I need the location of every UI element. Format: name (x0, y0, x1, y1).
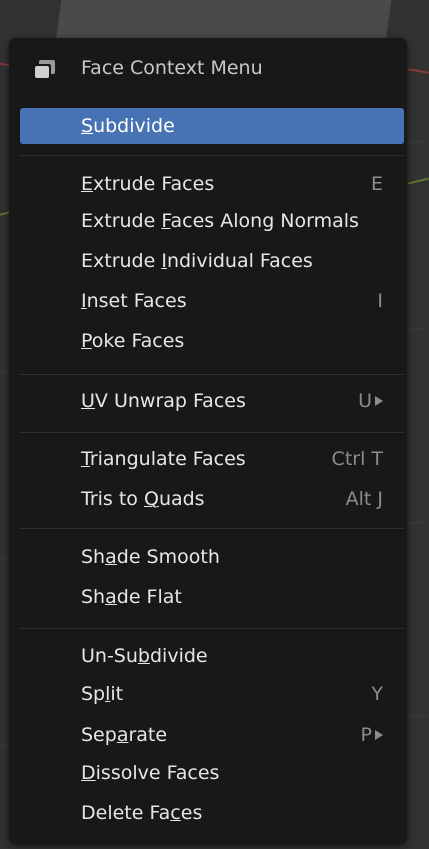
menu-item-poke-faces[interactable]: Poke Faces (9, 323, 407, 359)
menu-item-label: Extrude Faces Along Normals (81, 210, 359, 232)
y-axis-line (408, 177, 429, 185)
menu-item-delete-faces[interactable]: Delete Faces (9, 795, 407, 831)
menu-item-label: Shade Smooth (81, 546, 220, 568)
menu-item-shortcut: U (358, 383, 383, 419)
menu-item-label: Separate (81, 724, 168, 746)
x-axis-line (407, 68, 429, 74)
menu-item-shade-smooth[interactable]: Shade Smooth (9, 539, 407, 575)
submenu-arrow-icon (375, 395, 383, 406)
menu-item-shortcut: Ctrl T (331, 448, 383, 470)
menu-item-un-subdivide[interactable]: Un-Subdivide (9, 638, 407, 674)
menu-item-label: Tris to Quads (81, 488, 205, 510)
menu-item-extrude-faces[interactable]: Extrude Faces E (9, 166, 407, 202)
menu-item-label: Split (81, 683, 124, 705)
menu-item-subdivide[interactable]: Subdivide (20, 108, 404, 144)
menu-separator (20, 528, 404, 529)
menu-item-shortcut: Y (371, 683, 383, 705)
menu-item-label: Shade Flat (81, 586, 182, 608)
menu-item-inset-faces[interactable]: Inset Faces I (9, 283, 407, 319)
submenu-arrow-icon (375, 729, 383, 740)
menu-title: Face Context Menu (81, 57, 263, 79)
menu-item-label: Subdivide (81, 115, 175, 137)
menu-item-triangulate-faces[interactable]: Triangulate Faces Ctrl T (9, 441, 407, 477)
menu-separator (20, 628, 404, 629)
menu-item-extrude-faces-along-normals[interactable]: Extrude Faces Along Normals (9, 203, 407, 239)
menu-item-dissolve-faces[interactable]: Dissolve Faces (9, 755, 407, 791)
menu-separator (20, 432, 404, 433)
menu-item-shortcut: Alt J (345, 488, 383, 510)
menu-item-label: Poke Faces (81, 330, 185, 352)
menu-item-shortcut: E (370, 173, 383, 195)
menu-item-label: Un-Subdivide (81, 645, 208, 667)
menu-item-label: Extrude Individual Faces (81, 250, 313, 272)
menu-item-shortcut: I (377, 290, 383, 312)
menu-item-separate[interactable]: Separate P (9, 717, 407, 753)
menu-item-uv-unwrap-faces[interactable]: UV Unwrap Faces U (9, 383, 407, 419)
menu-item-label: Dissolve Faces (81, 762, 220, 784)
mesh-object-top (55, 0, 395, 40)
menu-separator (20, 155, 404, 156)
menu-item-split[interactable]: Split Y (9, 676, 407, 712)
menu-item-shade-flat[interactable]: Shade Flat (9, 579, 407, 615)
menu-item-label: Extrude Faces (81, 173, 215, 195)
menu-item-label: Triangulate Faces (81, 448, 246, 470)
menu-item-label: UV Unwrap Faces (81, 390, 246, 412)
menu-item-shortcut: P (361, 717, 383, 753)
menu-item-label: Delete Faces (81, 802, 203, 824)
cube-faces-icon (35, 60, 55, 78)
menu-header: Face Context Menu (9, 49, 407, 89)
menu-item-extrude-individual-faces[interactable]: Extrude Individual Faces (9, 243, 407, 279)
menu-separator (20, 374, 404, 375)
face-context-menu: Face Context Menu Subdivide Extrude Faces… (9, 38, 407, 844)
menu-item-label: Inset Faces (81, 290, 187, 312)
menu-item-tris-to-quads[interactable]: Tris to Quads Alt J (9, 481, 407, 517)
